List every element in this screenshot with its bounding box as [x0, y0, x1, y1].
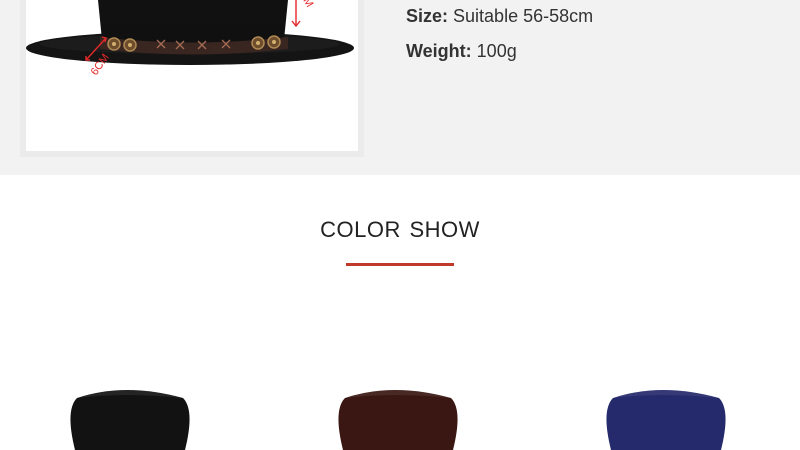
color-swatch-brown-hat[interactable] [323, 380, 473, 450]
spec-size-label: Size: [406, 6, 449, 26]
spec-weight-value: 100g [476, 41, 517, 61]
crown-measure-arrow [291, 0, 301, 28]
spec-size: Size: Suitable 56-58cm [406, 6, 593, 27]
color-swatch-navy-hat[interactable] [591, 380, 741, 450]
color-swatch-black-hat[interactable] [55, 380, 205, 450]
spec-weight-label: Weight: [406, 41, 472, 61]
hat-crown-image [338, 390, 458, 450]
hat-crown-image [606, 390, 726, 450]
hat-crown-image [70, 390, 190, 450]
title-underline-divider [346, 263, 454, 266]
product-image-hat-black[interactable]: 6CM M [26, 0, 358, 151]
hat-measurement-illustration: 6CM M [26, 0, 354, 78]
color-show-title: COLOR SHOW [320, 217, 480, 242]
spec-size-value: Suitable 56-58cm [453, 6, 594, 26]
spec-weight: Weight: 100g [406, 41, 517, 62]
crown-measure-label: M [300, 0, 315, 9]
